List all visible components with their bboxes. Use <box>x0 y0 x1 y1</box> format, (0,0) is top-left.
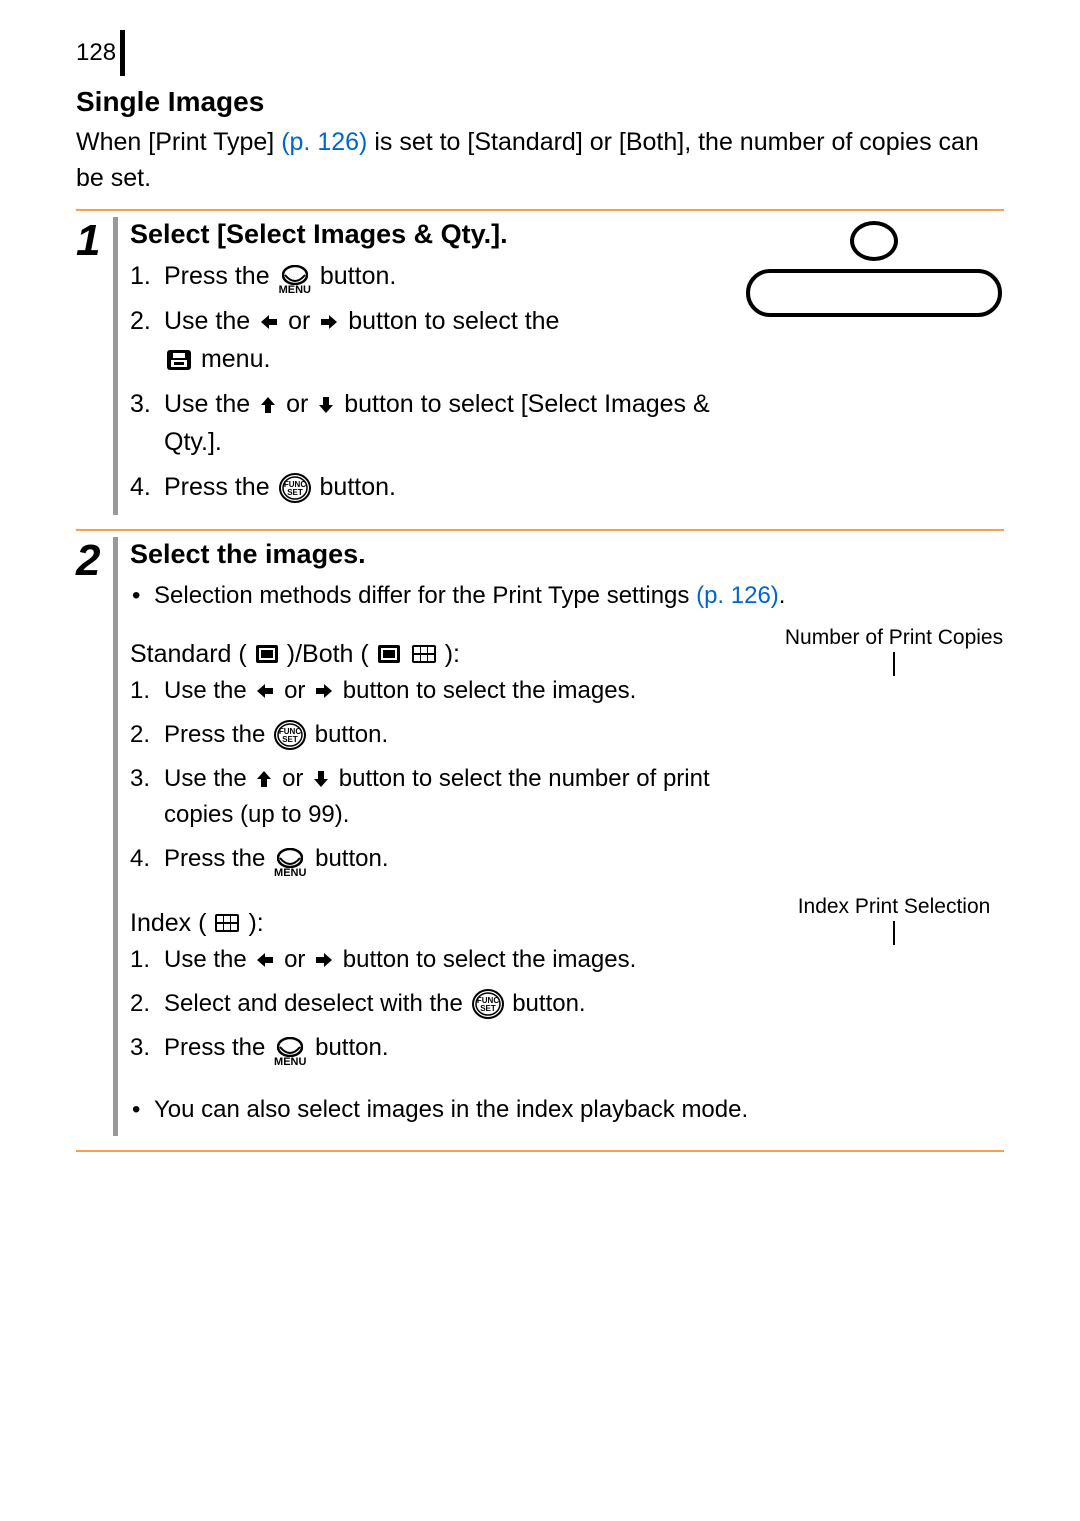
camera-dial-icon <box>850 221 898 261</box>
page-number-row: 128 <box>76 30 1004 76</box>
step-2-bullet-2: You can also select images in the index … <box>130 1092 1004 1128</box>
intro-text: When [Print Type] (p. 126) is set to [St… <box>76 124 1004 197</box>
menu-button-icon: MENU <box>274 1037 306 1068</box>
index-grid-icon <box>411 644 437 664</box>
svg-text:SET: SET <box>282 735 298 744</box>
index-selection-label: Index Print Selection <box>784 895 1004 919</box>
step-1-item-2: Use the or button to select the menu. <box>130 303 734 378</box>
std-item-3: Use the or button to select the number o… <box>130 761 774 833</box>
std-item-1: Use the or button to select the images. <box>130 673 774 709</box>
page-number: 128 <box>76 39 116 67</box>
std-item-4: Press the MENU button. <box>130 841 774 877</box>
step-1-title: Select [Select Images & Qty.]. <box>130 217 734 252</box>
pointer-line <box>893 921 895 945</box>
menu-button-icon: MENU <box>279 265 311 296</box>
page-ref-link[interactable]: (p. 126) <box>696 582 779 609</box>
pointer-line <box>893 652 895 676</box>
camera-control-figure <box>744 221 1004 317</box>
page-number-bar <box>120 30 125 76</box>
step-1-item-3: Use the or button to select [Select Imag… <box>130 386 734 461</box>
func-set-button-icon: FUNCSET <box>274 720 306 750</box>
std-item-2: Press the FUNCSET button. <box>130 717 774 753</box>
idx-item-1: Use the or button to select the images. <box>130 942 774 978</box>
idx-item-3: Press the MENU button. <box>130 1030 774 1066</box>
func-set-button-icon: FUNCSET <box>279 473 311 503</box>
right-arrow-icon <box>314 682 334 700</box>
up-arrow-icon <box>255 769 273 789</box>
left-arrow-icon <box>259 313 279 331</box>
index-grid-icon <box>214 913 240 933</box>
step-2-number: 2 <box>76 539 113 583</box>
intro-before: When [Print Type] <box>76 128 281 156</box>
right-arrow-icon <box>319 313 339 331</box>
step-1-item-4: Press the FUNCSET button. <box>130 469 734 507</box>
down-arrow-icon <box>317 395 335 415</box>
step-2-bullet-1: Selection methods differ for the Print T… <box>130 578 1004 614</box>
svg-text:SET: SET <box>287 488 303 497</box>
step-1: 1 Select [Select Images & Qty.]. Press t… <box>76 211 1004 531</box>
standard-both-heading: Standard ( )/Both ( ): <box>130 640 774 669</box>
step-2: 2 Select the images. Selection methods d… <box>76 531 1004 1152</box>
svg-text:SET: SET <box>480 1004 496 1013</box>
right-arrow-icon <box>314 951 334 969</box>
page-ref-link[interactable]: (p. 126) <box>281 128 367 156</box>
menu-button-icon: MENU <box>274 848 306 879</box>
section-title: Single Images <box>76 86 1004 118</box>
idx-item-2: Select and deselect with the FUNCSET but… <box>130 986 774 1022</box>
step-1-number: 1 <box>76 219 113 263</box>
down-arrow-icon <box>312 769 330 789</box>
print-menu-icon <box>166 349 192 371</box>
camera-body-icon <box>746 269 1002 317</box>
copies-label: Number of Print Copies <box>784 626 1004 650</box>
standard-print-icon <box>377 644 401 664</box>
left-arrow-icon <box>255 682 275 700</box>
up-arrow-icon <box>259 395 277 415</box>
left-arrow-icon <box>255 951 275 969</box>
step-1-item-1: Press the MENU button. <box>130 258 734 296</box>
index-heading: Index ( ): <box>130 909 774 938</box>
standard-print-icon <box>255 644 279 664</box>
func-set-button-icon: FUNCSET <box>472 989 504 1019</box>
step-2-title: Select the images. <box>130 537 1004 572</box>
